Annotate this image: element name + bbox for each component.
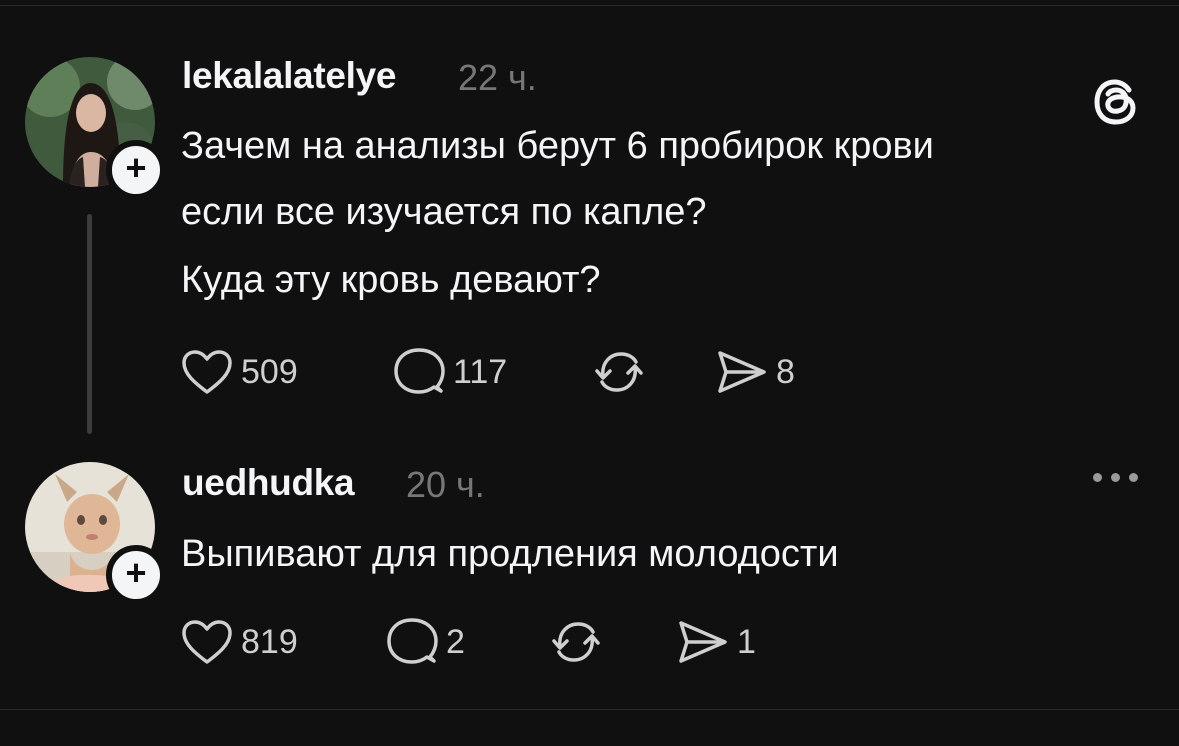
threads-logo-icon[interactable] <box>1090 76 1142 128</box>
post-text-line: Куда эту кровь девают? <box>181 259 601 301</box>
more-dots-icon[interactable] <box>1093 473 1138 482</box>
top-divider <box>0 5 1179 6</box>
repost-button[interactable] <box>550 617 602 667</box>
post-text-line: Выпивают для продления молодости <box>181 533 839 575</box>
like-count: 819 <box>241 622 298 661</box>
post-timestamp: 22 ч. <box>458 57 537 98</box>
send-icon <box>718 351 766 393</box>
send-icon <box>679 621 727 663</box>
post-username[interactable]: uedhudka <box>182 462 355 504</box>
follow-button[interactable]: + <box>106 140 166 200</box>
reply-count: 117 <box>453 352 508 391</box>
reply-button[interactable]: 117 <box>393 347 507 397</box>
reply-button[interactable]: 2 <box>386 617 465 667</box>
heart-icon <box>182 350 232 394</box>
like-count: 509 <box>241 352 298 391</box>
like-button[interactable]: 819 <box>181 619 298 665</box>
post-timestamp: 20 ч. <box>406 464 485 505</box>
comment-bubble-icon <box>394 348 445 394</box>
post-username[interactable]: lekalalatelye <box>182 55 396 97</box>
repost-button[interactable] <box>593 347 645 397</box>
follow-button[interactable]: + <box>106 545 166 605</box>
thread-connector-line <box>87 214 92 434</box>
post-text-line: Зачем на анализы берут 6 пробирок крови <box>181 125 934 167</box>
reply-count: 2 <box>446 622 465 661</box>
share-button[interactable]: 8 <box>716 349 795 395</box>
comment-bubble-icon <box>387 618 438 664</box>
share-button[interactable]: 1 <box>677 619 756 665</box>
repost-icon <box>552 622 600 662</box>
bottom-divider <box>0 709 1179 710</box>
heart-icon <box>182 620 232 664</box>
share-count: 1 <box>737 622 756 661</box>
post-text-line: если все изучается по капле? <box>181 191 707 233</box>
repost-icon <box>595 352 643 392</box>
like-button[interactable]: 509 <box>181 349 298 395</box>
plus-icon: + <box>125 147 147 188</box>
share-count: 8 <box>776 352 795 391</box>
plus-icon: + <box>125 552 147 593</box>
